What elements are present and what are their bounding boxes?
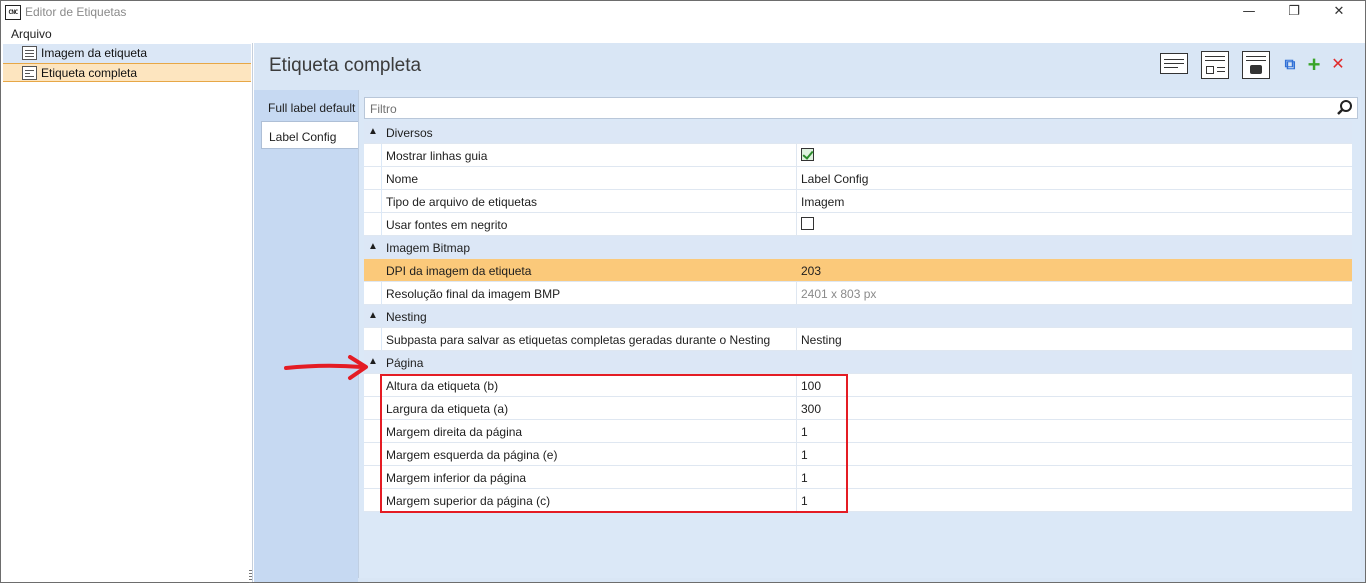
property-value[interactable]: 203	[801, 264, 821, 278]
category-nesting[interactable]: ▲ Nesting	[364, 305, 1352, 328]
property-value[interactable]: Nesting	[801, 333, 842, 347]
app-icon: CNC	[5, 5, 21, 20]
add-photo-field-button[interactable]	[1242, 51, 1270, 79]
copy-icon[interactable]: ⧉	[1281, 56, 1299, 74]
filter-placeholder: Filtro	[370, 102, 397, 116]
close-button[interactable]: ✕	[1316, 1, 1362, 24]
page-title: Etiqueta completa	[269, 55, 422, 76]
tree-item-full-label[interactable]: Etiqueta completa	[3, 63, 251, 82]
add-image-field-button[interactable]	[1201, 51, 1229, 79]
plus-icon[interactable]: +	[1305, 54, 1323, 76]
category-label: Imagem Bitmap	[386, 241, 471, 255]
label-tree: Imagem da etiqueta Etiqueta completa	[1, 43, 253, 583]
tree-item-label-image[interactable]: Imagem da etiqueta	[3, 44, 251, 63]
filter-input[interactable]: Filtro	[364, 97, 1358, 119]
collapse-caret-icon[interactable]: ▲	[368, 241, 378, 252]
property-name: Subpasta para salvar as etiquetas comple…	[386, 333, 771, 347]
tree-item-label: Etiqueta completa	[41, 66, 138, 80]
show-guides-checkbox[interactable]	[801, 148, 814, 161]
category-diversos[interactable]: ▲ Diversos	[364, 121, 1352, 144]
label-image-icon	[22, 46, 37, 60]
add-text-field-button[interactable]	[1160, 53, 1188, 74]
property-name: Tipo de arquivo de etiquetas	[386, 195, 537, 209]
category-label: Nesting	[386, 310, 427, 324]
title-bar: CNC Editor de Etiquetas — ❐ ✕	[1, 1, 1365, 24]
tab-full-label-default[interactable]: Full label default	[261, 93, 359, 121]
property-value-readonly: 2401 x 803 px	[801, 287, 877, 301]
property-name: DPI da imagem da etiqueta	[386, 264, 532, 278]
menu-bar: Arquivo	[1, 24, 1365, 43]
property-row[interactable]: Mostrar linhas guia	[364, 144, 1352, 167]
full-label-icon	[22, 66, 37, 80]
annotation-arrow	[284, 355, 368, 380]
search-icon[interactable]	[1336, 99, 1354, 117]
property-value[interactable]: Label Config	[801, 172, 868, 186]
property-name: Usar fontes em negrito	[386, 218, 508, 232]
collapse-caret-icon[interactable]: ▲	[368, 126, 378, 137]
minimize-button[interactable]: —	[1226, 1, 1272, 24]
bold-fonts-checkbox[interactable]	[801, 217, 814, 230]
property-name: Nome	[386, 172, 419, 186]
tree-item-label: Imagem da etiqueta	[41, 46, 148, 60]
property-row[interactable]: Usar fontes em negrito	[364, 213, 1352, 236]
category-label: Página	[386, 356, 424, 370]
property-row[interactable]: Tipo de arquivo de etiquetas Imagem	[364, 190, 1352, 213]
annotation-highlight-box	[380, 374, 848, 513]
category-label: Diversos	[386, 126, 433, 140]
tab-label-config[interactable]: Label Config	[261, 121, 359, 149]
property-name: Resolução final da imagem BMP	[386, 287, 561, 301]
category-pagina[interactable]: ▲ Página	[364, 351, 1352, 374]
splitter-grip[interactable]	[249, 570, 252, 583]
restore-button[interactable]: ❐	[1271, 1, 1317, 24]
category-imagem-bitmap[interactable]: ▲ Imagem Bitmap	[364, 236, 1352, 259]
property-row-selected[interactable]: DPI da imagem da etiqueta 203	[364, 259, 1352, 282]
collapse-caret-icon[interactable]: ▲	[368, 310, 378, 321]
property-name: Mostrar linhas guia	[386, 149, 488, 163]
config-tabs: Full label default Label Config	[254, 90, 359, 582]
window: CNC Editor de Etiquetas — ❐ ✕ Arquivo Im…	[0, 0, 1366, 583]
property-row[interactable]: Subpasta para salvar as etiquetas comple…	[364, 328, 1352, 351]
property-value[interactable]: Imagem	[801, 195, 844, 209]
menu-file[interactable]: Arquivo	[11, 27, 52, 41]
property-row[interactable]: Nome Label Config	[364, 167, 1352, 190]
x-icon[interactable]: ✕	[1329, 56, 1347, 74]
window-title: Editor de Etiquetas	[25, 5, 127, 19]
property-row[interactable]: Resolução final da imagem BMP 2401 x 803…	[364, 282, 1352, 305]
